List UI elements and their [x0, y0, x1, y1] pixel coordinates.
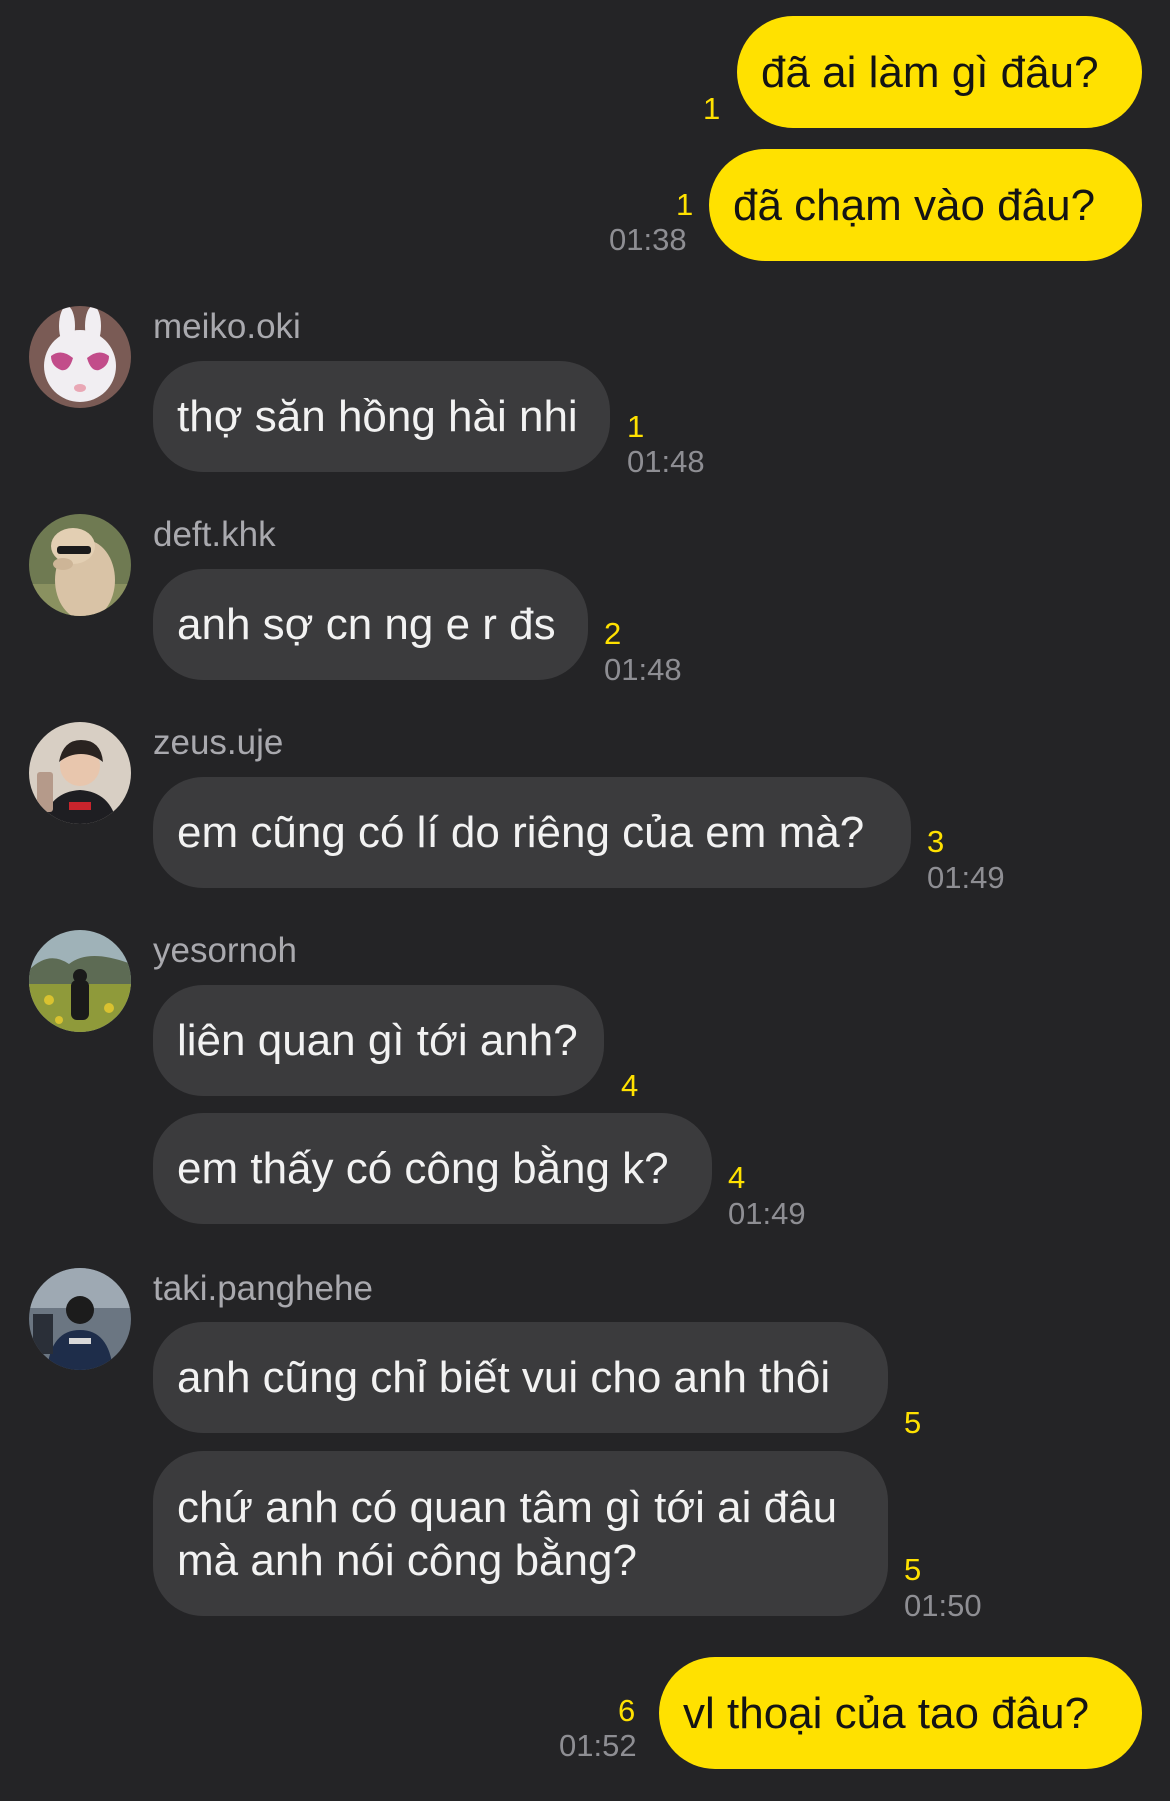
bunny-heart-glasses-avatar[interactable]	[29, 306, 131, 408]
incoming-message-bubble[interactable]: anh cũng chỉ biết vui cho anh thôi	[153, 1322, 888, 1433]
username: zeus.uje	[153, 723, 284, 762]
read-count: 5	[904, 1405, 922, 1440]
incoming-message-bubble[interactable]: anh sợ cn ng e r đs	[153, 569, 588, 680]
outgoing-message-bubble[interactable]: đã ai làm gì đâu?	[737, 16, 1142, 128]
read-count: 4	[621, 1068, 639, 1103]
timestamp: 01:48	[627, 444, 705, 479]
read-count: 5	[904, 1552, 922, 1587]
incoming-message-bubble[interactable]: thợ săn hồng hài nhi	[153, 361, 610, 472]
outgoing-message-bubble[interactable]: vl thoại của tao đâu?	[659, 1657, 1142, 1769]
timestamp: 01:49	[927, 860, 1005, 895]
incoming-message-bubble[interactable]: liên quan gì tới anh?	[153, 985, 604, 1096]
read-count: 1	[676, 187, 694, 222]
username: taki.panghehe	[153, 1269, 373, 1308]
read-count: 6	[618, 1693, 636, 1728]
alpaca-sunglasses-avatar[interactable]	[29, 514, 131, 616]
read-count: 1	[703, 91, 721, 126]
outgoing-message-bubble[interactable]: đã chạm vào đâu?	[709, 149, 1142, 261]
username: deft.khk	[153, 515, 276, 554]
timestamp: 01:52	[559, 1728, 637, 1763]
person-selfie-avatar[interactable]	[29, 722, 131, 824]
read-count: 2	[604, 616, 622, 651]
incoming-message-bubble[interactable]: em thấy có công bằng k?	[153, 1113, 712, 1224]
timestamp: 01:48	[604, 652, 682, 687]
timestamp: 01:50	[904, 1588, 982, 1623]
incoming-message-bubble[interactable]: em cũng có lí do riêng của em mà?	[153, 777, 911, 888]
person-field-avatar[interactable]	[29, 930, 131, 1032]
read-count: 4	[728, 1160, 746, 1195]
username: meiko.oki	[153, 307, 301, 346]
read-count: 1	[627, 409, 645, 444]
person-jersey-avatar[interactable]	[29, 1268, 131, 1370]
timestamp: 01:49	[728, 1196, 806, 1231]
read-count: 3	[927, 824, 945, 859]
username: yesornoh	[153, 931, 297, 970]
timestamp: 01:38	[609, 222, 687, 257]
incoming-message-bubble[interactable]: chứ anh có quan tâm gì tới ai đâu mà anh…	[153, 1451, 888, 1616]
